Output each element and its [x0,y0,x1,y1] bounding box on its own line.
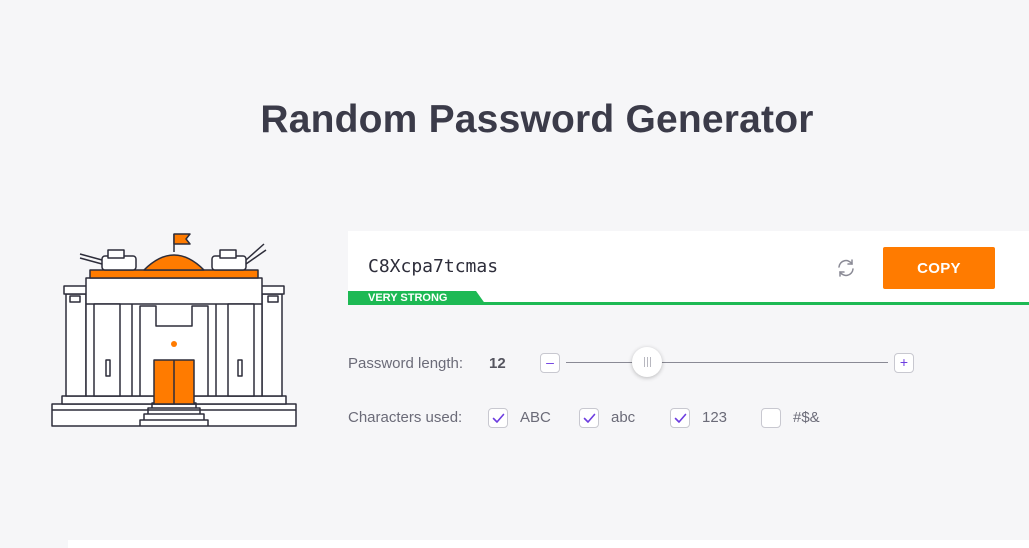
length-slider-track[interactable] [566,362,888,363]
checkmark-icon [583,413,596,423]
lowercase-checkbox[interactable] [579,408,599,428]
fortress-illustration [51,233,297,427]
length-label: Password length: [348,355,464,372]
copy-button[interactable]: COPY [883,247,995,289]
uppercase-label: ABC [520,409,551,426]
numbers-label: 123 [702,409,728,426]
symbols-checkbox[interactable] [761,408,781,428]
password-output[interactable]: C8Xcpa7tcmas [368,256,498,277]
characters-label: Characters used: [348,409,463,426]
symbols-label: #$& [793,409,820,426]
uppercase-checkbox[interactable] [488,408,508,428]
refresh-button[interactable] [834,256,858,280]
decrease-length-button[interactable]: – [540,353,560,373]
strength-badge: VERY STRONG [348,291,486,305]
password-display: C8Xcpa7tcmas COPY VERY STRONG [348,231,1029,305]
numbers-checkbox[interactable] [670,408,690,428]
checkmark-icon [492,413,505,423]
lowercase-label: abc [611,409,636,426]
page-title: Random Password Generator [260,98,814,141]
length-slider-thumb[interactable] [632,347,662,377]
refresh-icon [838,259,854,277]
content-panel [68,540,1029,548]
length-value: 12 [489,355,506,372]
increase-length-button[interactable]: + [894,353,914,373]
checkmark-icon [674,413,687,423]
